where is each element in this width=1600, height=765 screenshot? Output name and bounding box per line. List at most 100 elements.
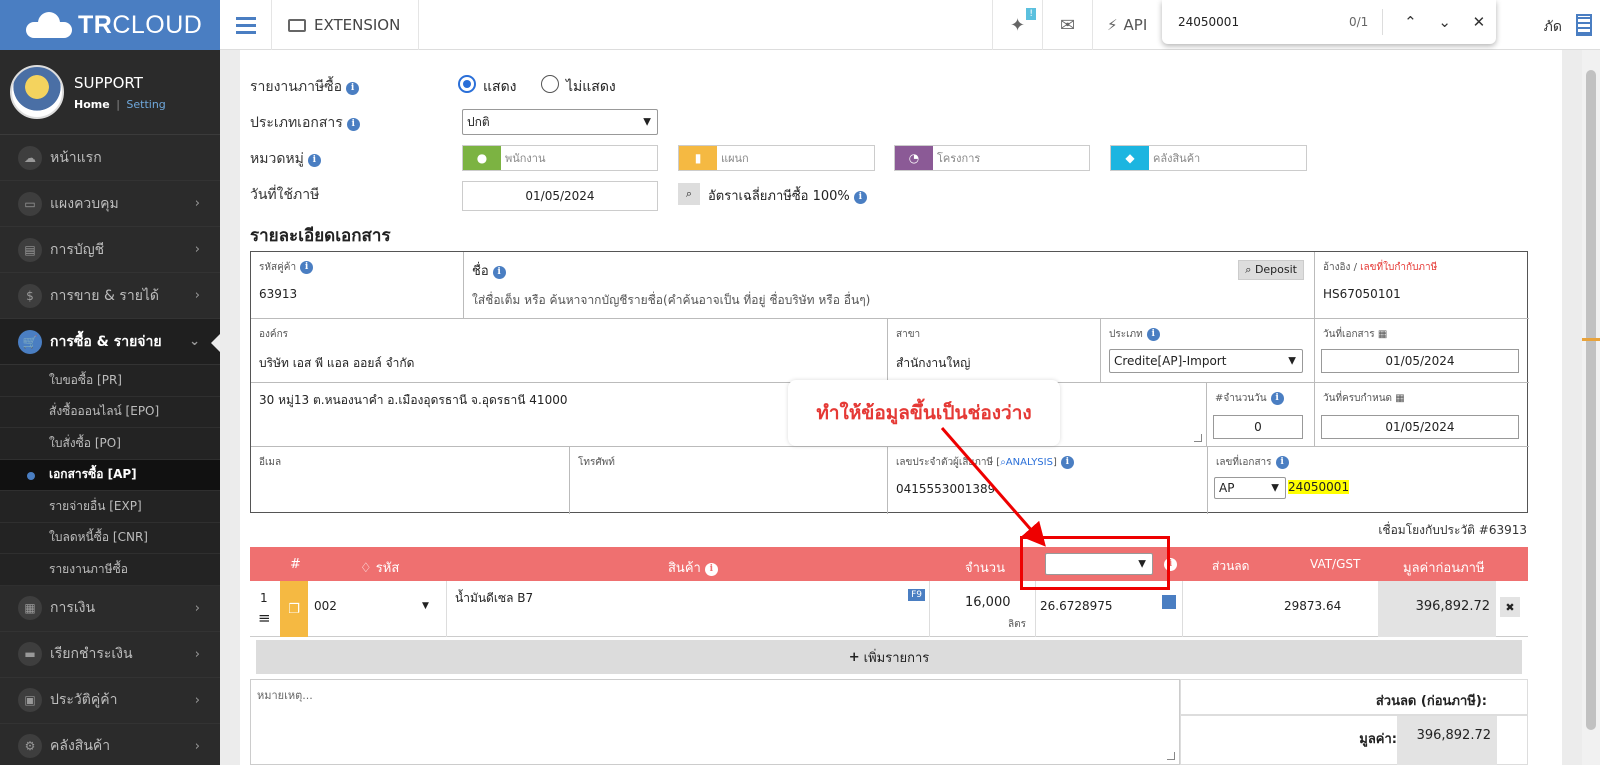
row-vat: 29873.64 bbox=[1284, 599, 1342, 613]
org-cell: องค์กร บริษัท เอส พี แอล ออยล์ จำกัด bbox=[251, 319, 888, 383]
find-close-button[interactable]: ✕ bbox=[1462, 13, 1496, 31]
department-field[interactable]: ▮ แผนก bbox=[678, 145, 875, 171]
items-table-header: # ♢ รหัส สินค้า i จำนวน ▼ i ส่วนลด VAT/GS… bbox=[250, 547, 1528, 581]
brand[interactable]: TRCLOUD bbox=[0, 0, 220, 50]
sidebar-item-warehouse[interactable]: ⚙ คลังสินค้า › bbox=[0, 724, 220, 765]
sub-item-pr[interactable]: ใบขอซื้อ [PR] bbox=[0, 365, 220, 397]
docno-cell: เลขที่เอกสาร i AP ▼ 24050001 bbox=[1208, 447, 1529, 514]
doc-type-select[interactable]: ปกติ ▼ bbox=[462, 109, 658, 135]
deposit-button[interactable]: ⌕ Deposit bbox=[1238, 260, 1304, 280]
avg-tax-rate: อัตราเฉลี่ยภาษีซื้อ 100% i bbox=[708, 185, 867, 206]
sub-item-po[interactable]: ใบสั่งซื้อ [PO] bbox=[0, 428, 220, 460]
sidebar-item-contacts[interactable]: ▣ ประวัติคู่ค้า › bbox=[0, 678, 220, 724]
sub-item-tax-report[interactable]: รายงานภาษีซื้อ bbox=[0, 554, 220, 586]
branch-input[interactable]: สำนักงานใหญ่ bbox=[896, 354, 1092, 373]
add-row-button[interactable]: + เพิ่มรายการ bbox=[256, 640, 1522, 674]
radio-hide[interactable] bbox=[541, 75, 559, 93]
api-button[interactable]: ⚡ API bbox=[1092, 0, 1162, 50]
calculator-icon[interactable] bbox=[1162, 595, 1176, 609]
find-next-button[interactable]: ⌄ bbox=[1428, 13, 1462, 31]
docno-prefix-select[interactable]: AP ▼ bbox=[1214, 477, 1286, 499]
delete-row-button[interactable]: ✖ bbox=[1500, 597, 1520, 617]
radio-show[interactable] bbox=[458, 75, 476, 93]
calculator-icon[interactable] bbox=[1576, 14, 1592, 36]
sidebar-item-finance[interactable]: ▦ การเงิน › bbox=[0, 586, 220, 632]
doc-date-input[interactable]: 01/05/2024 bbox=[1321, 349, 1519, 373]
chevron-right-icon: › bbox=[194, 242, 200, 257]
info-icon: i bbox=[1146, 328, 1160, 341]
resize-handle-icon bbox=[1167, 752, 1175, 760]
org-input[interactable]: บริษัท เอส พี แอล ออยล์ จำกัด bbox=[259, 354, 879, 373]
row-product: น้ำมันดีเซล B7 bbox=[455, 591, 534, 605]
notes-textarea[interactable]: หมายเหตุ... bbox=[250, 679, 1180, 765]
sidebar-item-dashboard[interactable]: ▭ แผงควบคุม › bbox=[0, 181, 220, 227]
row-unit: ลิตร bbox=[1008, 619, 1026, 630]
sub-item-cnr[interactable]: ใบลดหนี้ซื้อ [CNR] bbox=[0, 523, 220, 554]
email-cell: อีเมล bbox=[251, 447, 570, 514]
calendar-icon: ▦ bbox=[1377, 329, 1388, 340]
notification-button[interactable]: ✦ ! bbox=[992, 0, 1042, 50]
menu-toggle-icon[interactable] bbox=[220, 0, 272, 50]
copy-icon[interactable]: ❐ bbox=[280, 581, 308, 637]
sub-item-epo[interactable]: สั่งซื้อออนไลน์ [EPO] bbox=[0, 397, 220, 428]
type-select[interactable]: Credite[AP]-Import ▼ bbox=[1109, 349, 1303, 373]
cart-icon: 🛒 bbox=[18, 329, 42, 354]
sidebar-item-label: การขาย & รายได้ bbox=[50, 287, 160, 304]
product-cell[interactable]: น้ำมันดีเซล B7 F9 bbox=[446, 581, 930, 637]
sidebar-item-billing[interactable]: ▬ เรียกชำระเงิน › bbox=[0, 632, 220, 678]
name-input[interactable]: ใส่ชื่อเต็ม หรือ ค้นหาจากบัญชีรายชื่อ(คำ… bbox=[472, 291, 1306, 310]
f9-button[interactable]: F9 bbox=[908, 589, 925, 601]
due-date-cell: วันที่ครบกำหนด ▦ 01/05/2024 bbox=[1315, 383, 1529, 447]
sidebar-item-label: การเงิน bbox=[50, 600, 96, 616]
calendar-icon: ▦ bbox=[1395, 393, 1405, 404]
sub-item-ap[interactable]: เอกสารซื้อ [AP] bbox=[0, 459, 220, 491]
analysis-link[interactable]: ⌕ANALYSIS bbox=[1000, 457, 1053, 468]
sidebar: TRCLOUD SUPPORT Home | Setting ☁ หน้าแรก … bbox=[0, 0, 220, 765]
info-icon: i bbox=[1270, 392, 1284, 405]
search-icon[interactable]: ⌕ bbox=[678, 183, 700, 205]
scrollbar[interactable] bbox=[1582, 50, 1600, 765]
warehouse-field[interactable]: ◆ คลังสินค้า bbox=[1110, 145, 1307, 171]
sub-item-exp[interactable]: รายจ่ายอื่น [EXP] bbox=[0, 491, 220, 523]
due-date-input[interactable]: 01/05/2024 bbox=[1321, 415, 1519, 439]
extension-button[interactable]: EXTENSION bbox=[272, 0, 420, 50]
sidebar-item-accounting[interactable]: ▤ การบัญชี › bbox=[0, 227, 220, 273]
monitor-icon bbox=[288, 18, 306, 32]
home-link[interactable]: Home bbox=[74, 98, 110, 111]
scroll-thumb[interactable] bbox=[1586, 70, 1596, 730]
discount-pretax-row: ส่วนลด (ก่อนภาษี): bbox=[1180, 679, 1528, 715]
taxid-input[interactable]: 0415553001389 bbox=[896, 482, 1199, 496]
tax-date-input[interactable]: 01/05/2024 bbox=[462, 181, 658, 211]
chevron-right-icon: › bbox=[194, 288, 200, 303]
building-icon: ▮ bbox=[679, 146, 717, 170]
days-input[interactable]: 0 bbox=[1213, 415, 1303, 439]
taxid-cell: เลขประจำตัวผู้เสียภาษี [⌕ANALYSIS] i 0415… bbox=[888, 447, 1208, 514]
resize-handle-icon bbox=[1194, 434, 1202, 442]
mail-button[interactable]: ✉ bbox=[1042, 0, 1092, 50]
find-previous-button[interactable]: ⌃ bbox=[1393, 13, 1427, 31]
row-qty[interactable]: 16,000 bbox=[965, 595, 1011, 610]
setting-link[interactable]: Setting bbox=[126, 98, 165, 111]
info-icon: i bbox=[346, 82, 360, 95]
sidebar-item-label: คลังสินค้า bbox=[50, 738, 111, 754]
sidebar-item-sales[interactable]: $ การขาย & รายได้ › bbox=[0, 273, 220, 319]
ref-input[interactable]: HS67050101 bbox=[1323, 287, 1521, 301]
sidebar-item-purchases[interactable]: 🛒 การซื้อ & รายจ่าย ⌄ bbox=[0, 319, 220, 365]
col-no: # bbox=[290, 557, 301, 572]
row-code[interactable]: 002 bbox=[314, 599, 337, 613]
supplier-code[interactable]: 63913 bbox=[259, 287, 455, 301]
project-field[interactable]: ◔ โครงการ bbox=[894, 145, 1090, 171]
row-no: 1 bbox=[260, 591, 268, 605]
find-match-marker bbox=[1582, 338, 1600, 341]
envelope-icon: ✉ bbox=[1059, 14, 1076, 36]
calendar-icon: ▦ bbox=[18, 596, 42, 620]
pretax-cell: 396,892.72 bbox=[1378, 581, 1496, 637]
chevron-down-icon[interactable]: ▼ bbox=[422, 601, 429, 611]
history-link[interactable]: เชื่อมโยงกับประวัติ #63913 bbox=[1378, 521, 1527, 540]
drag-handle-icon[interactable]: ≡ bbox=[258, 609, 271, 627]
find-input[interactable]: 24050001 bbox=[1178, 15, 1321, 29]
info-icon: i bbox=[307, 154, 321, 167]
docno-value[interactable]: 24050001 bbox=[1288, 480, 1350, 494]
employee-field[interactable]: ● พนักงาน bbox=[462, 145, 658, 171]
sidebar-item-home[interactable]: ☁ หน้าแรก bbox=[0, 135, 220, 181]
